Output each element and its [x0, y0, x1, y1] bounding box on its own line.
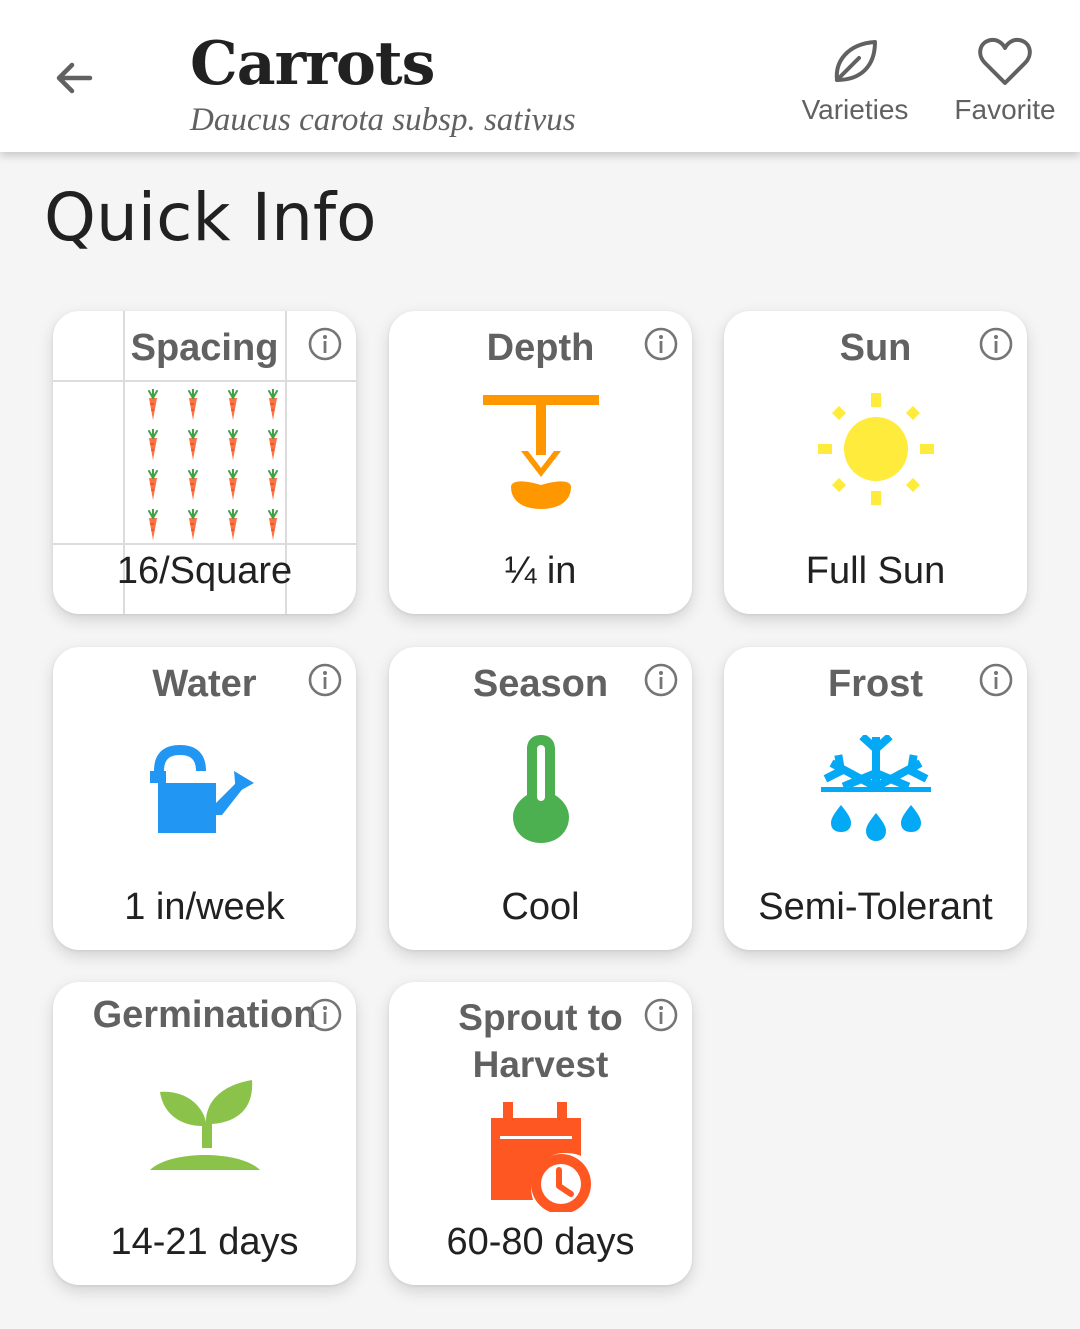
carrot-icon — [133, 385, 173, 425]
sun-icon — [817, 393, 934, 505]
carrot-icon — [213, 465, 253, 505]
germination-card[interactable]: Germination 14-21 days — [53, 982, 356, 1285]
heart-outline-icon — [978, 37, 1032, 85]
frost-card[interactable]: Frost Semi-Tolerant — [724, 647, 1027, 950]
card-value: 14-21 days — [110, 1221, 299, 1263]
leaf-outline-icon — [834, 40, 877, 82]
water-card[interactable]: Water 1 in/week — [53, 647, 356, 950]
sun-card[interactable]: Sun Full Sun — [724, 311, 1027, 614]
carrot-icon — [173, 425, 213, 465]
page-title: Carrots — [190, 29, 435, 99]
season-card[interactable]: Season Cool — [389, 647, 692, 950]
carrot-icon — [253, 465, 293, 505]
planting-depth-icon — [482, 395, 599, 509]
carrot-icon — [253, 385, 293, 425]
carrot-icon — [173, 465, 213, 505]
info-circle-icon[interactable] — [643, 662, 679, 698]
card-value: Full Sun — [805, 550, 946, 592]
varieties-button[interactable]: Varieties — [785, 30, 925, 130]
card-value: ¼ in — [504, 550, 577, 592]
info-circle-icon[interactable] — [643, 997, 679, 1033]
info-circle-icon[interactable] — [643, 326, 679, 362]
favorite-label: Favorite — [954, 94, 1056, 125]
spacing-card[interactable]: Spacing 16/Square — [53, 311, 356, 614]
watering-can-icon — [149, 745, 254, 833]
section-title: Quick Info — [44, 179, 377, 256]
scientific-name: Daucus carota subsp. sativus — [190, 102, 576, 138]
card-value: 16/Square — [116, 550, 293, 592]
back-button[interactable] — [44, 48, 104, 108]
info-circle-icon[interactable] — [978, 662, 1014, 698]
card-value: Cool — [501, 886, 580, 928]
carrot-icon — [173, 385, 213, 425]
info-circle-icon[interactable] — [307, 326, 343, 362]
info-circle-icon[interactable] — [307, 662, 343, 698]
thermometer-icon — [512, 735, 569, 843]
info-circle-icon[interactable] — [307, 997, 343, 1033]
info-circle-icon[interactable] — [978, 326, 1014, 362]
carrot-icon — [133, 425, 173, 465]
grid-divider — [53, 380, 356, 382]
varieties-label: Varieties — [801, 94, 909, 125]
carrot-icon — [213, 505, 253, 545]
app-bar: Carrots Daucus carota subsp. sativus Var… — [0, 0, 1080, 152]
card-value: 1 in/week — [124, 886, 285, 928]
carrot-icon — [133, 505, 173, 545]
carrot-grid-icon — [133, 385, 293, 545]
favorite-button[interactable]: Favorite — [935, 30, 1075, 130]
arrow-left-icon — [56, 62, 93, 94]
depth-card[interactable]: Depth ¼ in — [389, 311, 692, 614]
card-value: 60-80 days — [446, 1221, 635, 1263]
card-value: Semi-Tolerant — [758, 886, 993, 928]
carrot-icon — [253, 505, 293, 545]
sprout-icon — [149, 1080, 260, 1170]
card-label-line: Harvest — [472, 1044, 609, 1085]
carrot-icon — [213, 425, 253, 465]
calendar-clock-icon — [490, 1102, 591, 1212]
frost-snowflake-icon — [820, 735, 931, 841]
carrot-icon — [213, 385, 253, 425]
carrot-icon — [133, 465, 173, 505]
sprout-to-harvest-card[interactable]: Sprout to Harvest 60-80 days — [389, 982, 692, 1285]
carrot-icon — [253, 425, 293, 465]
carrot-icon — [173, 505, 213, 545]
